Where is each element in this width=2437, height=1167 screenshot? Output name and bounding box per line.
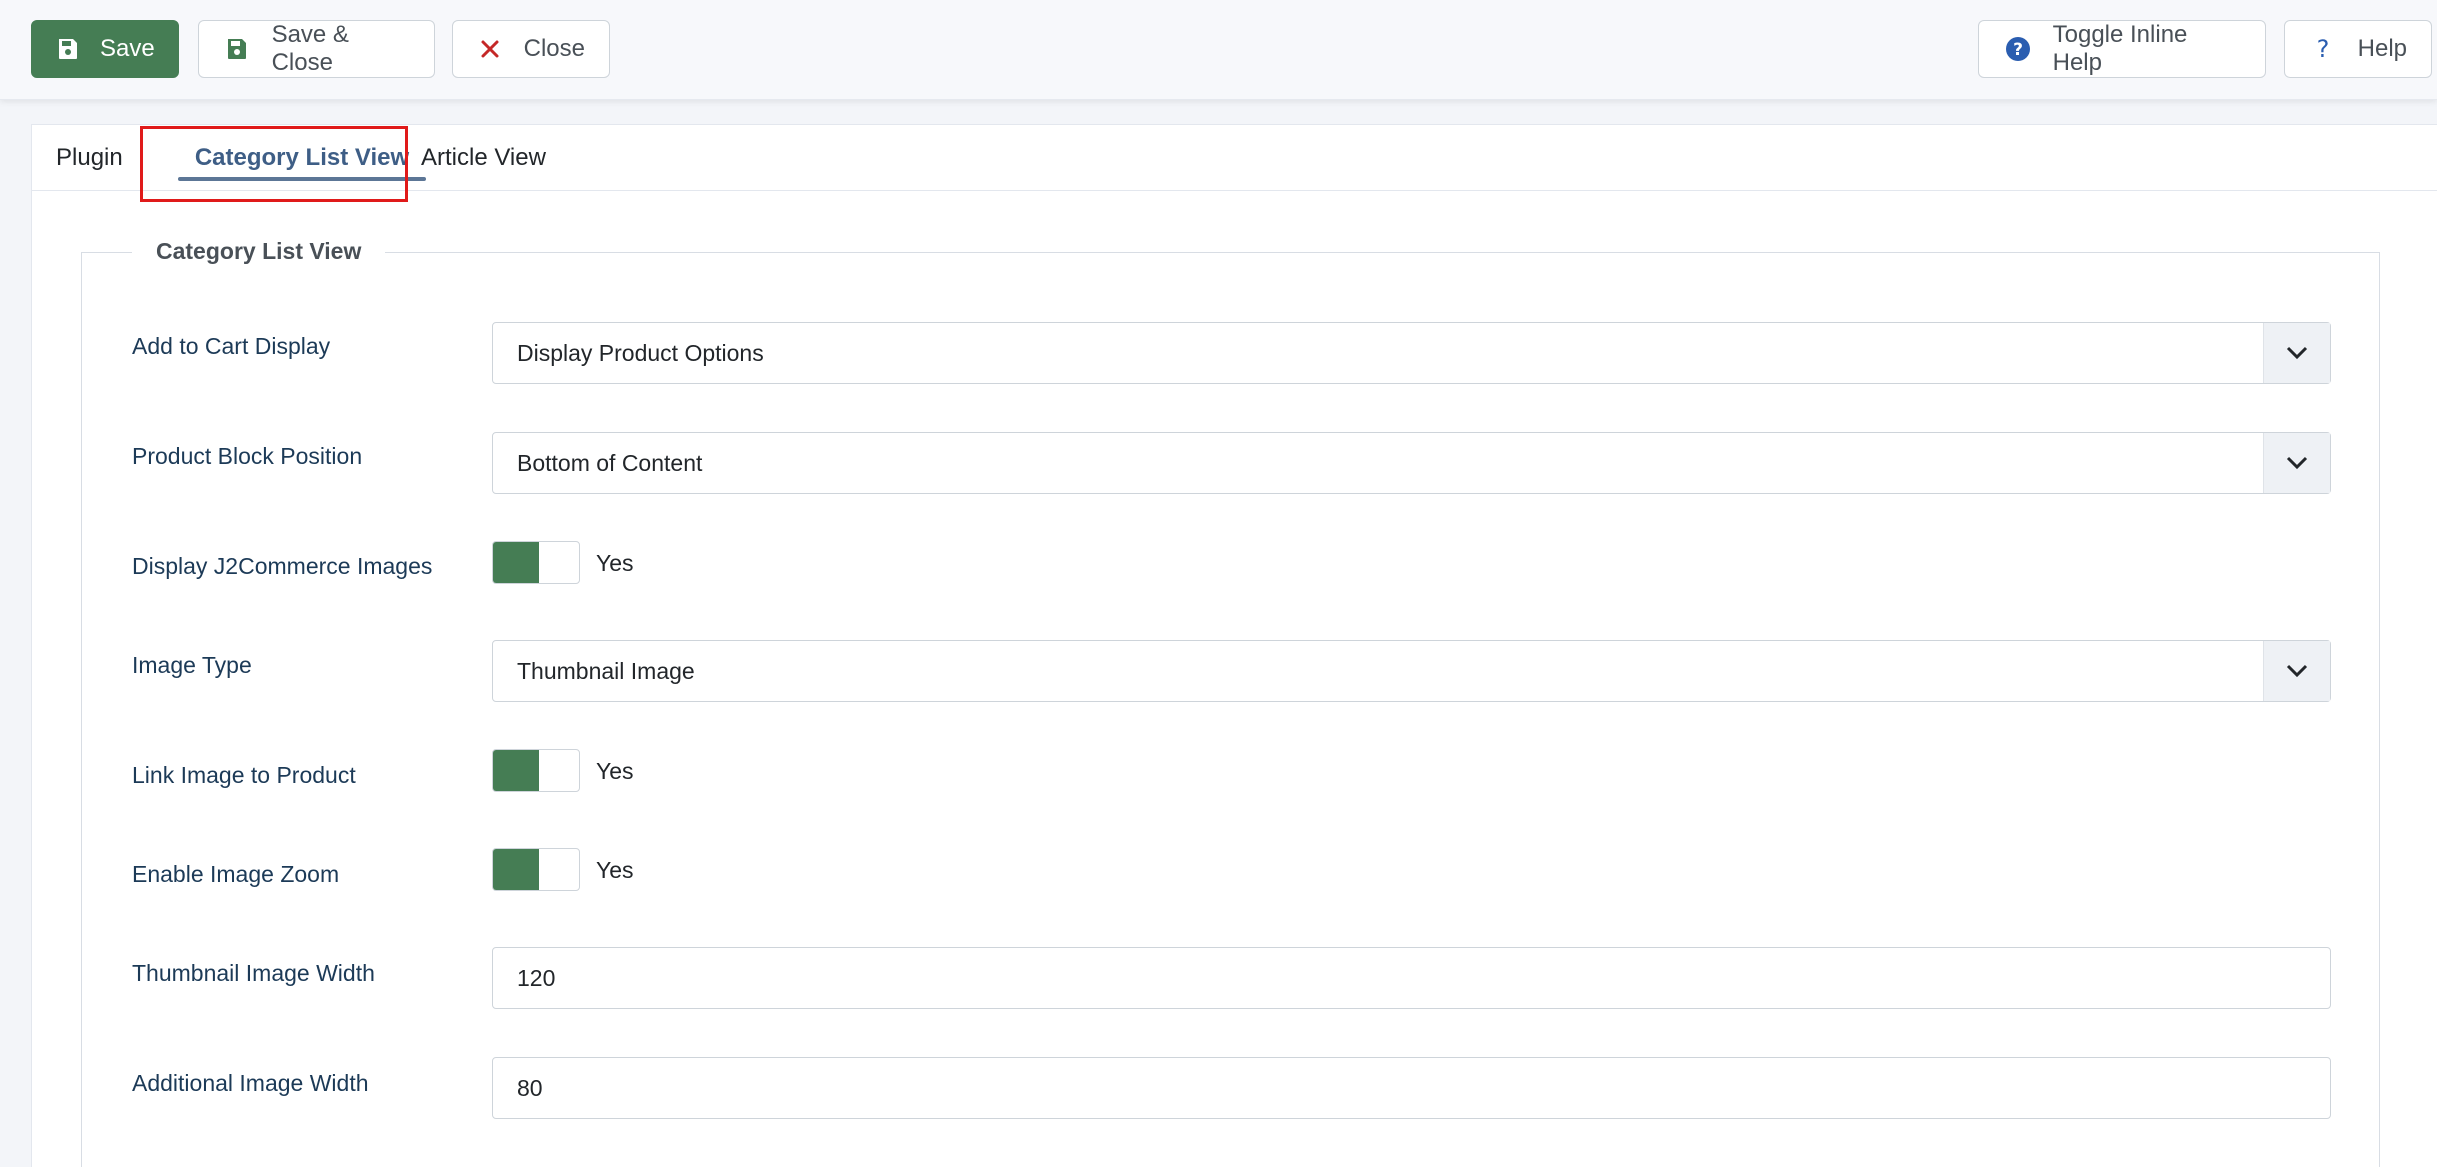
fieldset-legend: Category List View [132,238,386,265]
question-circle-icon: ? [2003,34,2033,64]
additional-width-input[interactable]: 80 [492,1057,2331,1119]
svg-text:?: ? [2317,36,2330,62]
tab-bar: Plugin Category List View Article View [32,125,2437,191]
image-zoom-label: Enable Image Zoom [132,861,340,887]
thumbnail-width-value: 120 [517,964,556,991]
image-zoom-state: Yes [596,857,634,883]
save-button[interactable]: Save [31,20,179,78]
help-button[interactable]: ? Help [2284,20,2432,78]
chevron-down-icon [2263,433,2330,493]
category-list-fieldset [81,252,2380,1167]
tab-plugin[interactable]: Plugin [56,125,123,191]
product-block-position-value: Bottom of Content [517,449,703,476]
thumbnail-width-input[interactable]: 120 [492,947,2331,1009]
save-and-close-button[interactable]: Save & Close [198,20,435,78]
close-label: Close [523,35,585,62]
help-label: Help [2357,35,2407,62]
link-image-label: Link Image to Product [132,762,356,788]
toggle-on-knob [493,542,539,583]
additional-width-label: Additional Image Width [132,1070,369,1096]
x-icon [477,34,504,64]
add-to-cart-display-label: Add to Cart Display [132,333,331,359]
add-to-cart-display-value: Display Product Options [517,339,764,366]
link-image-state: Yes [596,758,634,784]
image-zoom-toggle[interactable] [492,848,580,891]
floppy-disk-icon [56,34,80,64]
toolbar: Save Save & Close Close ? Toggle Inline … [0,0,2437,100]
toggle-inline-help-button[interactable]: ? Toggle Inline Help [1978,20,2266,78]
display-images-label: Display J2Commerce Images [132,553,433,579]
tab-article-view[interactable]: Article View [421,125,546,191]
image-type-value: Thumbnail Image [517,657,695,684]
save-and-close-label: Save & Close [271,21,349,76]
add-to-cart-display-select[interactable]: Display Product Options [492,322,2331,384]
image-type-label: Image Type [132,652,252,678]
product-block-position-label: Product Block Position [132,443,363,469]
question-icon: ? [2309,34,2338,64]
svg-text:?: ? [2013,40,2023,60]
floppy-disk-icon [223,34,252,64]
additional-width-value: 80 [517,1074,543,1101]
thumbnail-width-label: Thumbnail Image Width [132,960,375,986]
display-images-state: Yes [596,550,634,576]
save-button-label: Save [100,35,155,62]
link-image-toggle[interactable] [492,749,580,792]
tab-category-list-view[interactable]: Category List View [171,125,433,191]
chevron-down-icon [2263,641,2330,701]
toggle-on-knob [493,849,539,890]
close-button[interactable]: Close [452,20,610,78]
toggle-on-knob [493,750,539,791]
toggle-inline-help-label: Toggle Inline Help [2052,21,2188,76]
chevron-down-icon [2263,323,2330,383]
image-type-select[interactable]: Thumbnail Image [492,640,2331,702]
display-images-toggle[interactable] [492,541,580,584]
product-block-position-select[interactable]: Bottom of Content [492,432,2331,494]
